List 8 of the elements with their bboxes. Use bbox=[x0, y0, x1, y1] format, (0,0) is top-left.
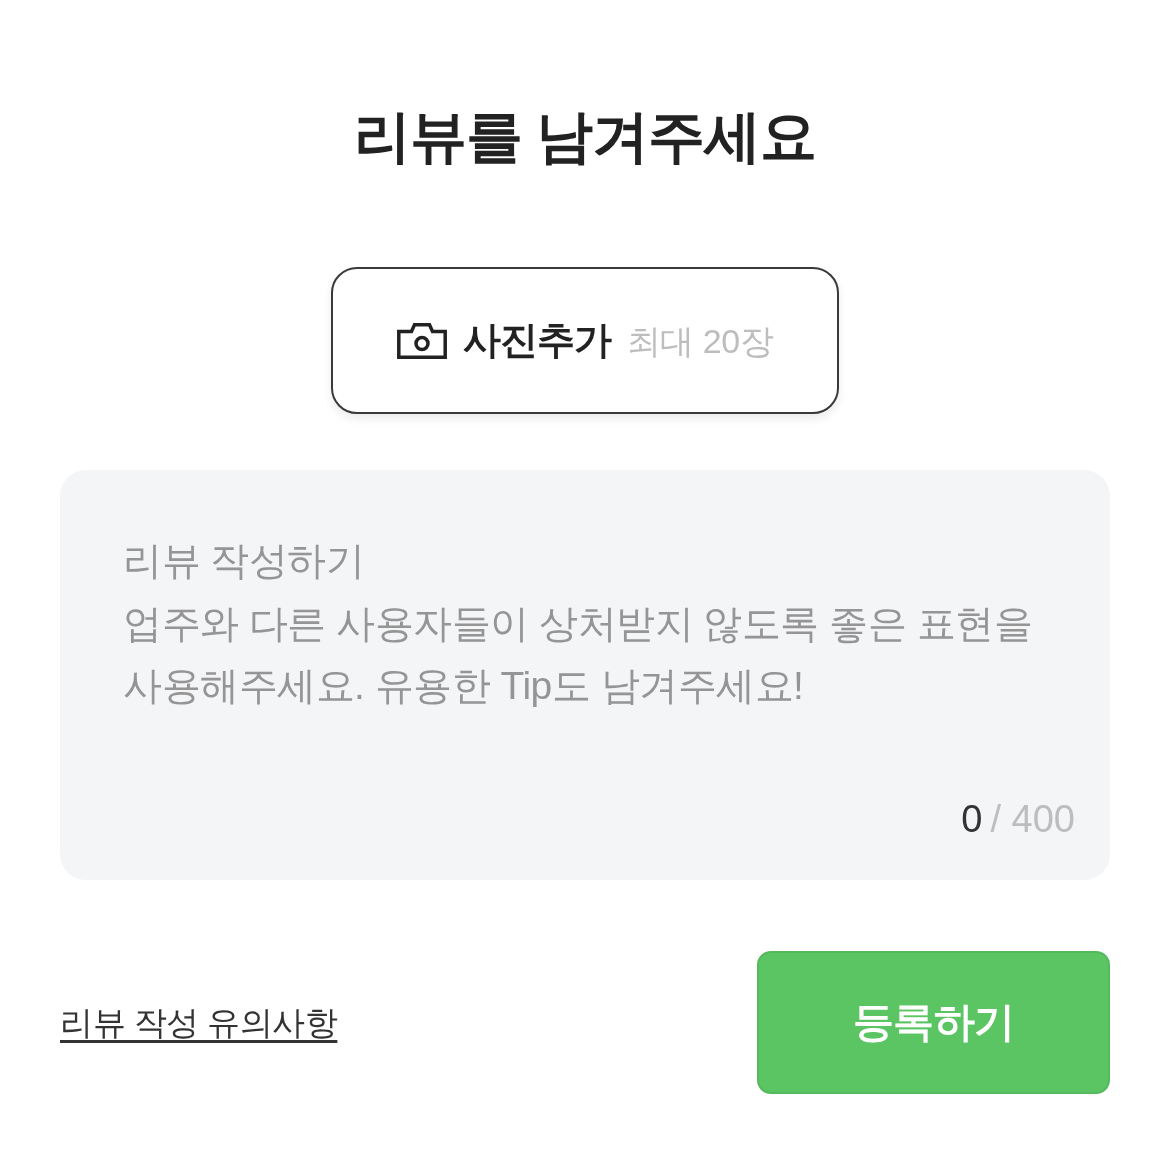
add-photo-button[interactable]: 사진추가 최대 20장 bbox=[331, 267, 839, 414]
page-title: 리뷰를 남겨주세요 bbox=[352, 103, 818, 170]
camera-icon bbox=[396, 322, 447, 359]
review-guidelines-link[interactable]: 리뷰 작성 유의사항 bbox=[60, 997, 338, 1048]
add-photo-label: 사진추가 bbox=[462, 318, 611, 363]
photo-limit-hint: 최대 20장 bbox=[626, 321, 774, 362]
character-count: 0 bbox=[961, 800, 983, 838]
character-limit: / 400 bbox=[990, 800, 1075, 838]
